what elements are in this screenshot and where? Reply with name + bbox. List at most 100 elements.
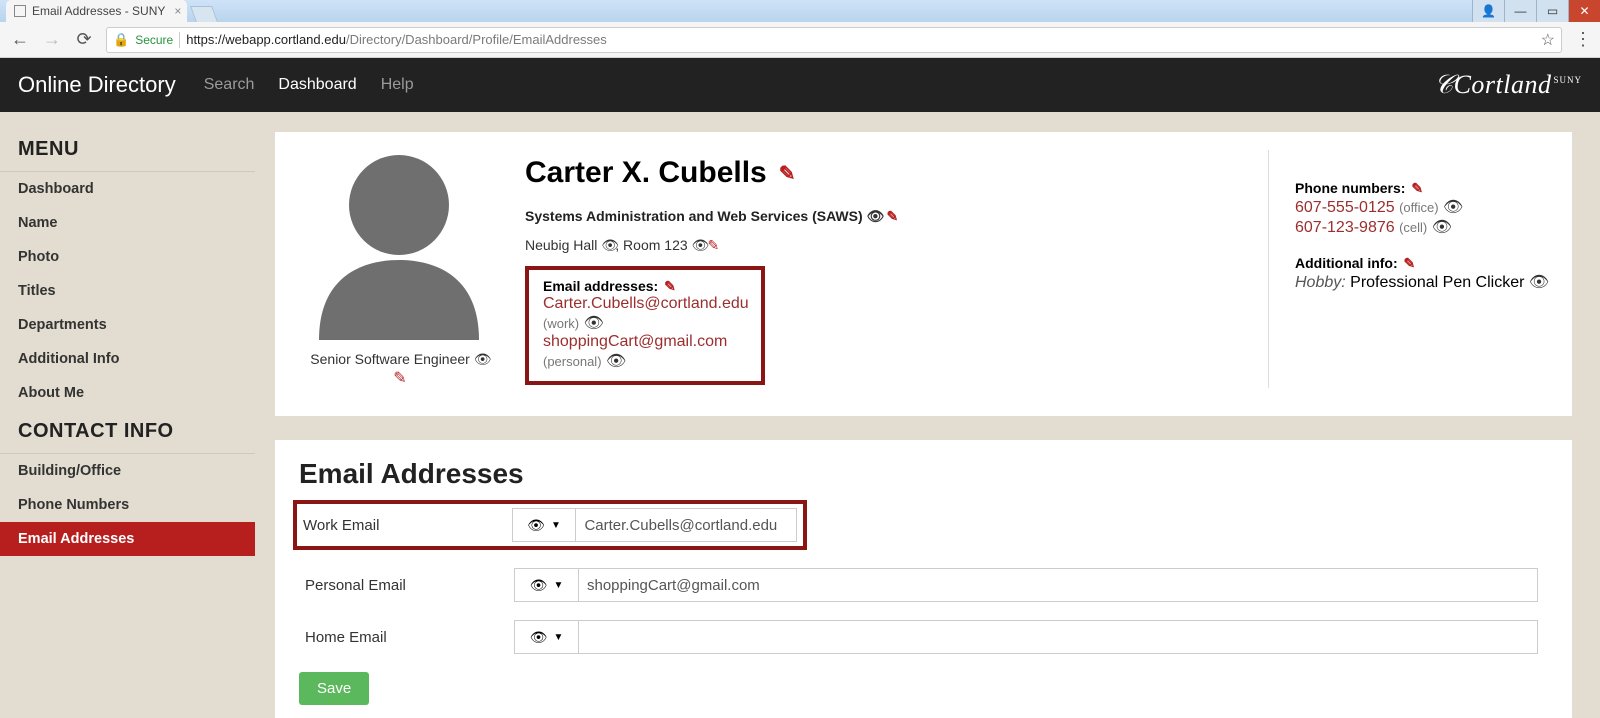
eye-icon: 👁: [527, 517, 545, 534]
visibility-dropdown[interactable]: 👁▼: [514, 568, 578, 602]
phone-row: 607-555-0125 (office) 👁: [1295, 197, 1548, 217]
caret-down-icon: ▼: [553, 580, 563, 591]
email-row: shoppingCart@gmail.com (personal) 👁: [543, 333, 747, 371]
sidebar: MENU Dashboard Name Photo Titles Departm…: [0, 112, 255, 718]
department-line: Systems Administration and Web Services …: [525, 208, 1242, 225]
main-content: Senior Software Engineer 👁 ✎ Carter X. C…: [255, 112, 1600, 718]
nav-dashboard[interactable]: Dashboard: [278, 76, 356, 94]
email-link[interactable]: Carter.Cubells@cortland.edu: [543, 295, 749, 312]
browser-window: Email Addresses - SUNY × 👤 — ▭ ✕ ← → ⟳ 🔒…: [0, 0, 1600, 718]
profile-details: Carter X. Cubells ✎ Systems Administrati…: [525, 150, 1242, 388]
eye-icon[interactable]: 👁: [1443, 197, 1457, 217]
browser-tab[interactable]: Email Addresses - SUNY ×: [6, 0, 187, 22]
sidebar-item-departments[interactable]: Departments: [0, 308, 255, 342]
sidebar-item-titles[interactable]: Titles: [0, 274, 255, 308]
eye-icon[interactable]: 👁: [606, 351, 620, 371]
eye-icon[interactable]: 👁: [1529, 272, 1543, 292]
sidebar-item-additional-info[interactable]: Additional Info: [0, 342, 255, 376]
window-close[interactable]: ✕: [1568, 0, 1600, 22]
home-email-row: Home Email 👁▼: [299, 620, 1548, 654]
home-email-label: Home Email: [299, 629, 514, 646]
email-link[interactable]: shoppingCart@gmail.com: [543, 333, 727, 350]
home-email-input[interactable]: [578, 620, 1538, 654]
work-email-input[interactable]: [575, 508, 797, 542]
edit-icon[interactable]: ✎: [393, 368, 406, 388]
page-root: Online Directory Search Dashboard Help 𝒞…: [0, 58, 1600, 718]
browser-menu-icon[interactable]: ⋮: [1574, 29, 1590, 50]
new-tab-button[interactable]: [190, 6, 218, 22]
secure-label: Secure: [135, 33, 173, 47]
forward-button: →: [42, 29, 62, 50]
window-minimize[interactable]: —: [1504, 0, 1536, 22]
job-title: Senior Software Engineer 👁: [299, 351, 499, 368]
personal-email-input[interactable]: [578, 568, 1538, 602]
sidebar-item-about-me[interactable]: About Me: [0, 376, 255, 410]
url-text: https://webapp.cortland.edu/Directory/Da…: [186, 32, 607, 47]
visibility-dropdown[interactable]: 👁▼: [512, 508, 576, 542]
edit-icon[interactable]: ✎: [708, 237, 720, 254]
lock-icon: 🔒: [113, 32, 129, 48]
avatar-placeholder-icon: [299, 150, 499, 340]
window-maximize[interactable]: ▭: [1536, 0, 1568, 22]
eye-icon[interactable]: 👁: [474, 351, 488, 368]
edit-icon[interactable]: ✎: [1411, 180, 1423, 197]
eye-icon[interactable]: 👁: [601, 237, 615, 254]
sidebar-menu-list: Dashboard Name Photo Titles Departments …: [0, 172, 255, 410]
sidebar-item-building[interactable]: Building/Office: [0, 454, 255, 488]
profile-name: Carter X. Cubells ✎: [525, 156, 1242, 190]
page-icon: [14, 5, 26, 17]
save-button[interactable]: Save: [299, 672, 369, 705]
window-controls: 👤 — ▭ ✕: [1472, 0, 1600, 22]
work-email-row: Work Email 👁▼: [293, 500, 807, 550]
phone-row: 607-123-9876 (cell) 👁: [1295, 217, 1548, 237]
separator: [179, 32, 180, 48]
edit-icon[interactable]: ✎: [1404, 255, 1416, 272]
edit-icon[interactable]: ✎: [664, 278, 676, 295]
eye-icon[interactable]: 👁: [1432, 217, 1446, 237]
work-email-label: Work Email: [297, 517, 512, 534]
email-row: Carter.Cubells@cortland.edu (work) 👁: [543, 295, 747, 333]
address-bar[interactable]: 🔒 Secure https://webapp.cortland.edu/Dir…: [106, 27, 1562, 53]
eye-icon: 👁: [530, 629, 548, 646]
nav-search[interactable]: Search: [204, 76, 255, 94]
caret-down-icon: ▼: [551, 520, 561, 531]
tab-title: Email Addresses - SUNY: [32, 4, 165, 18]
profile-right-column: Phone numbers: ✎ 607-555-0125 (office) 👁…: [1268, 150, 1548, 388]
personal-email-label: Personal Email: [299, 577, 514, 594]
eye-icon: 👁: [530, 577, 548, 594]
sidebar-item-phone[interactable]: Phone Numbers: [0, 488, 255, 522]
eye-icon[interactable]: 👁: [692, 237, 706, 254]
eye-icon[interactable]: 👁: [867, 208, 881, 225]
additional-info-section: Additional info: ✎ Hobby: Professional P…: [1295, 255, 1548, 292]
user-icon[interactable]: 👤: [1472, 0, 1504, 22]
reload-button[interactable]: ⟳: [74, 29, 94, 50]
email-summary-header: Email addresses: ✎: [543, 278, 747, 295]
nav-help[interactable]: Help: [381, 76, 414, 94]
sidebar-item-dashboard[interactable]: Dashboard: [0, 172, 255, 206]
email-summary-box: Email addresses: ✎ Carter.Cubells@cortla…: [525, 266, 765, 385]
browser-toolbar: ← → ⟳ 🔒 Secure https://webapp.cortland.e…: [0, 22, 1600, 58]
avatar-column: Senior Software Engineer 👁 ✎: [299, 150, 499, 388]
edit-icon[interactable]: ✎: [779, 161, 796, 186]
site-brand[interactable]: Online Directory: [18, 72, 176, 98]
personal-email-row: Personal Email 👁▼: [299, 568, 1548, 602]
form-heading: Email Addresses: [299, 458, 1548, 490]
visibility-dropdown[interactable]: 👁▼: [514, 620, 578, 654]
bookmark-star-icon[interactable]: ☆: [1541, 30, 1555, 50]
cortland-logo: 𝒞CortlandSUNY: [1434, 70, 1582, 101]
caret-down-icon: ▼: [553, 632, 563, 643]
sidebar-item-email[interactable]: Email Addresses: [0, 522, 255, 556]
sidebar-contact-list: Building/Office Phone Numbers Email Addr…: [0, 454, 255, 556]
eye-icon[interactable]: 👁: [584, 313, 598, 333]
sidebar-item-photo[interactable]: Photo: [0, 240, 255, 274]
back-button[interactable]: ←: [10, 29, 30, 50]
browser-tabstrip: Email Addresses - SUNY × 👤 — ▭ ✕: [0, 0, 1600, 22]
profile-card: Senior Software Engineer 👁 ✎ Carter X. C…: [275, 132, 1572, 416]
sidebar-heading-menu: MENU: [0, 128, 255, 171]
location-line: Neubig Hall 👁, Room 123 👁✎: [525, 237, 1242, 254]
tab-close-icon[interactable]: ×: [174, 4, 181, 18]
phone-section: Phone numbers: ✎ 607-555-0125 (office) 👁…: [1295, 180, 1548, 237]
sidebar-heading-contact: CONTACT INFO: [0, 410, 255, 453]
sidebar-item-name[interactable]: Name: [0, 206, 255, 240]
edit-icon[interactable]: ✎: [886, 208, 898, 225]
